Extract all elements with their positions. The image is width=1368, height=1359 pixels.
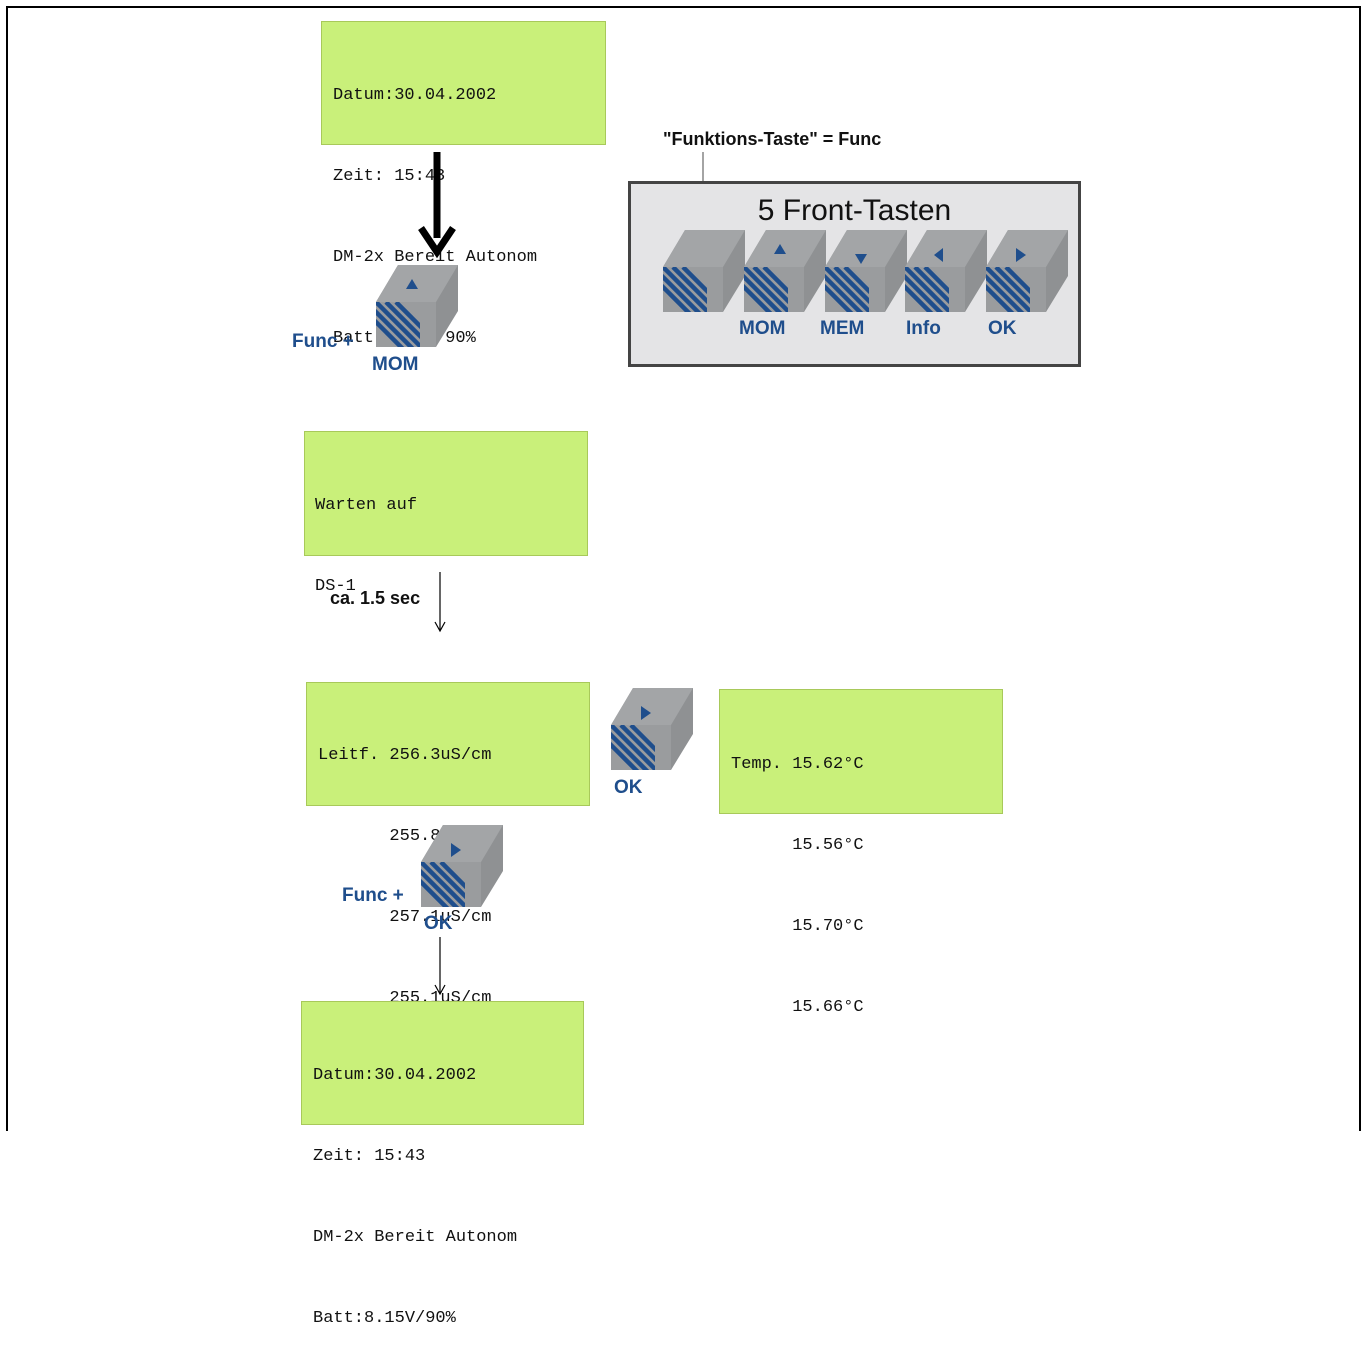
func-note: "Funktions-Taste" = Func (663, 129, 882, 149)
delay-label: ca. 1.5 sec (330, 588, 421, 608)
flow-arrows (418, 152, 704, 996)
info-panel-key (905, 230, 987, 312)
lcd-line: DM-2x Bereit Autonom (313, 1228, 518, 1247)
mem-panel-key (825, 230, 907, 312)
ok-label-side: OK (614, 777, 643, 798)
panel-key-label-mem: MEM (820, 318, 865, 339)
ok-key-func (421, 825, 503, 907)
lcd-line: Batt:8.15V/90% (313, 1309, 456, 1328)
func-plus-label: Func + (292, 331, 354, 352)
mom-panel-key (744, 230, 826, 312)
ok-key-side (611, 688, 693, 770)
lcd-line: Zeit: 15:43 (313, 1147, 426, 1166)
ok-panel-key (986, 230, 1068, 312)
func-key (663, 230, 745, 312)
mom-label: MOM (372, 354, 419, 375)
mom-key (376, 265, 458, 347)
panel-key-label-ok: OK (988, 318, 1017, 339)
panel-title: 5 Front-Tasten (757, 194, 952, 227)
func-plus-label-2: Func + (342, 885, 404, 906)
panel-key-label-info: Info (906, 318, 941, 339)
panel-key-label-mom: MOM (739, 318, 786, 339)
ok-label-func: OK (424, 913, 453, 934)
